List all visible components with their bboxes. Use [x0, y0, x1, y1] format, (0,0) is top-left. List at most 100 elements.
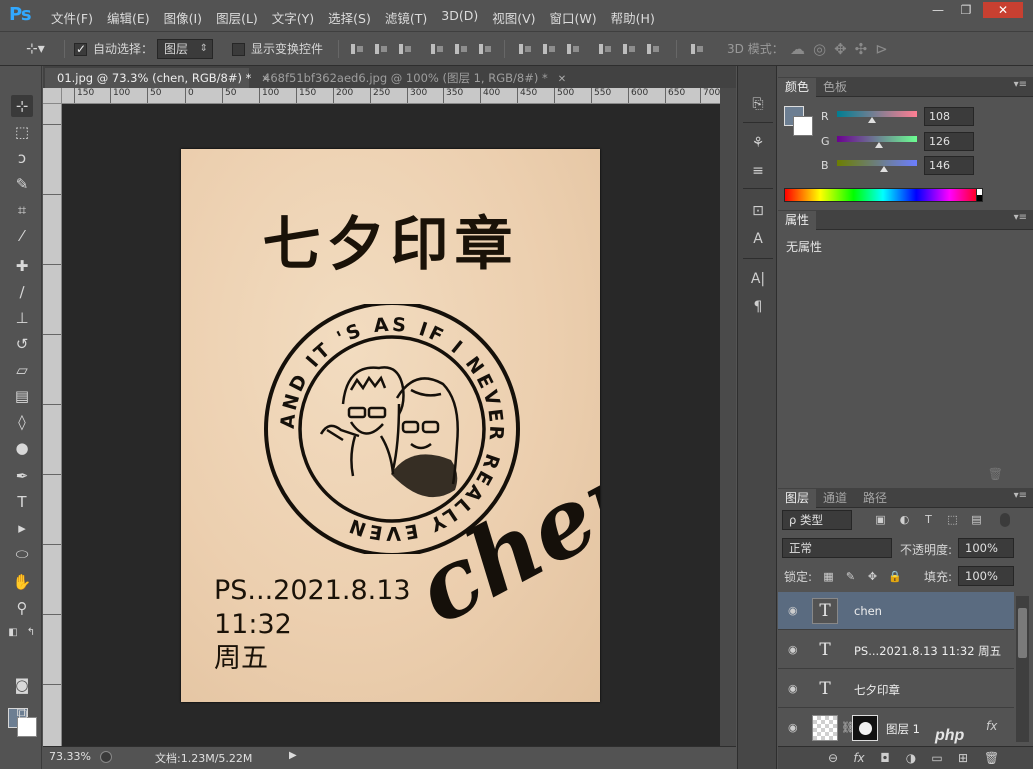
layer-mask-thumb[interactable] [852, 715, 878, 741]
adjustment-icon[interactable]: ◑ [904, 751, 918, 765]
brush-panel-icon[interactable]: ⚘ [747, 132, 769, 154]
document-scrollbar[interactable] [720, 88, 736, 746]
tab-document-01[interactable]: 01.jpg @ 73.3% (chen, RGB/8#) * ✕ [45, 68, 270, 88]
filter-type-icon[interactable]: T [922, 513, 935, 526]
quick-select-tool-icon[interactable]: ✎ [11, 173, 33, 195]
history-panel-icon[interactable]: ⎘ [747, 93, 769, 115]
panel-menu-icon[interactable]: ▾≡ [1014, 79, 1027, 90]
auto-select-target-dropdown[interactable]: 图层 [157, 39, 213, 59]
type-tool-icon[interactable]: T [11, 491, 33, 513]
filter-smart-object-icon[interactable]: ▤ [970, 513, 983, 526]
stamp-tool-icon[interactable]: ⊥ [11, 307, 33, 329]
lock-pixels-icon[interactable]: ✎ [844, 570, 857, 583]
shape-tool-icon[interactable]: ⬭ [11, 543, 33, 565]
tab-layers[interactable]: 图层 [778, 489, 817, 508]
document-canvas[interactable]: 七夕印章 AND IT 'S AS IF I NEVER REALLY EVEN [181, 149, 600, 702]
tab-color[interactable]: 颜色 [778, 78, 817, 97]
new-layer-icon[interactable]: ⊞ [956, 751, 970, 765]
layers-scrollbar[interactable] [1016, 596, 1029, 742]
blue-channel-slider[interactable] [837, 160, 917, 166]
blue-channel-input[interactable]: 146 [924, 156, 974, 175]
red-channel-slider[interactable] [837, 111, 917, 117]
eye-icon[interactable]: ◉ [788, 721, 798, 734]
default-colors-icon[interactable]: ◧ [6, 622, 20, 644]
zoom-level[interactable]: 73.33% [49, 750, 91, 763]
fx-icon[interactable]: fx [852, 751, 866, 765]
zoom-tool-icon[interactable]: ⚲ [11, 597, 33, 619]
lasso-tool-icon[interactable]: ↄ [11, 147, 33, 169]
folder-icon[interactable]: ▭ [930, 751, 944, 765]
eye-icon[interactable]: ◉ [788, 643, 798, 656]
clone-source-icon[interactable]: ⊡ [747, 200, 769, 222]
color-spectrum-bar[interactable] [784, 188, 982, 202]
align-bottom-icon[interactable] [398, 42, 412, 56]
menu-edit[interactable]: 编辑(E) [100, 8, 157, 27]
distribute-left-icon[interactable] [598, 42, 612, 56]
lock-transparent-icon[interactable]: ▦ [822, 570, 835, 583]
filter-toggle-icon[interactable] [1000, 513, 1010, 527]
link-icon[interactable]: ⊖ [826, 751, 840, 765]
panel-menu-icon[interactable]: ▾≡ [1014, 490, 1027, 501]
hand-tool-icon[interactable]: ✋ [11, 571, 33, 593]
filter-adjustment-icon[interactable]: ◐ [898, 513, 911, 526]
layer-row-chen[interactable]: ◉ T chen [778, 592, 1014, 630]
color-panel-background-swatch[interactable] [793, 116, 813, 136]
distribute-hcenter-icon[interactable] [622, 42, 636, 56]
tab-swatches[interactable]: 色板 [816, 78, 854, 97]
tab-channels[interactable]: 通道 [816, 489, 854, 508]
menu-3d[interactable]: 3D(D) [434, 8, 485, 27]
status-menu-arrow-icon[interactable]: ▶ [289, 750, 297, 761]
gradient-tool-icon[interactable]: ▤ [11, 385, 33, 407]
green-channel-input[interactable]: 126 [924, 132, 974, 151]
marquee-tool-icon[interactable]: ⬚ [11, 121, 33, 143]
slider-thumb-icon[interactable] [868, 117, 876, 123]
minimize-button[interactable]: — [925, 2, 951, 18]
align-hcenter-icon[interactable] [454, 42, 468, 56]
tool-presets-icon[interactable]: A [747, 228, 769, 250]
tab-paths[interactable]: 路径 [856, 489, 894, 508]
trash-icon[interactable]: 🗑 [988, 467, 1003, 481]
lock-position-icon[interactable]: ✥ [866, 570, 879, 583]
blend-mode-dropdown[interactable]: 正常 [782, 538, 892, 558]
tab-properties[interactable]: 属性 [778, 211, 817, 230]
pen-tool-icon[interactable]: ✒ [11, 465, 33, 487]
screen-mode-icon[interactable]: ⧉ [11, 702, 33, 724]
menu-view[interactable]: 视图(V) [485, 8, 542, 27]
quick-mask-icon[interactable]: ◙ [11, 674, 33, 696]
blur-tool-icon[interactable]: ◊ [11, 411, 33, 433]
move-tool-icon[interactable]: ⊹▾ [26, 32, 45, 66]
distribute-right-icon[interactable] [646, 42, 660, 56]
black-white-swatch[interactable] [976, 188, 983, 202]
mask-icon[interactable]: ◘ [878, 751, 892, 765]
red-channel-input[interactable]: 108 [924, 107, 974, 126]
close-icon[interactable]: ✕ [558, 74, 566, 85]
menu-help[interactable]: 帮助(H) [604, 8, 662, 27]
character-panel-icon[interactable]: A| [747, 268, 769, 290]
tab-document-468f[interactable]: 468f51bf362aed6.jpg @ 100% (图层 1, RGB/8#… [251, 68, 566, 88]
eye-icon[interactable]: ◉ [788, 604, 798, 617]
slider-thumb-icon[interactable] [880, 166, 888, 172]
eraser-tool-icon[interactable]: ▱ [11, 359, 33, 381]
layer-filter-dropdown[interactable]: ρ 类型 [782, 510, 852, 530]
auto-align-icon[interactable] [690, 42, 704, 56]
opacity-input[interactable]: 100% [958, 538, 1014, 558]
align-left-icon[interactable] [430, 42, 444, 56]
lock-all-icon[interactable]: 🔒 [888, 570, 902, 583]
paragraph-panel-icon[interactable]: ¶ [747, 296, 769, 318]
show-transform-checkbox[interactable]: 显示变换控件 [232, 32, 323, 66]
align-top-icon[interactable] [350, 42, 364, 56]
distribute-top-icon[interactable] [518, 42, 532, 56]
brush-tool-icon[interactable]: ∕ [11, 281, 33, 303]
restore-button[interactable]: ❐ [953, 2, 979, 18]
layer-row-date[interactable]: ◉ T PS...2021.8.13 11:32 周五 [778, 631, 1014, 669]
healing-tool-icon[interactable]: ✚ [11, 255, 33, 277]
eye-icon[interactable]: ◉ [788, 682, 798, 695]
filter-pixel-icon[interactable]: ▣ [874, 513, 887, 526]
fx-icon[interactable]: fx [986, 719, 997, 733]
history-brush-tool-icon[interactable]: ↺ [11, 333, 33, 355]
align-vcenter-icon[interactable] [374, 42, 388, 56]
path-select-tool-icon[interactable]: ▸ [11, 517, 33, 539]
trash-icon[interactable]: 🗑 [984, 751, 999, 765]
align-right-icon[interactable] [478, 42, 492, 56]
menu-filter[interactable]: 滤镜(T) [378, 8, 434, 27]
